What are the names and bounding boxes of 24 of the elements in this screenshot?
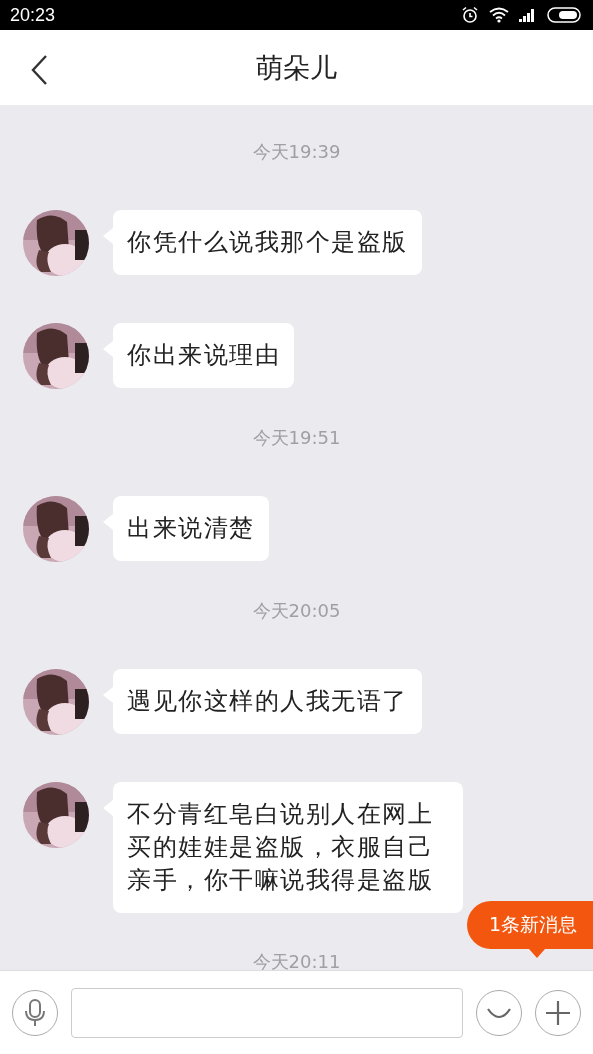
battery-icon: [547, 7, 583, 23]
message-bubble: 出来说清楚: [113, 496, 269, 561]
emoji-button[interactable]: [476, 989, 522, 1036]
voice-button[interactable]: [12, 989, 58, 1036]
clock: 20:23: [10, 4, 56, 26]
message-bubble: 你凭什么说我那个是盗版: [113, 210, 422, 275]
timestamp: 今天20:11: [252, 950, 341, 970]
microphone-icon: [24, 997, 46, 1028]
timestamp: 今天19:39: [252, 140, 341, 164]
message-bubble: 遇见你这样的人我无语了: [113, 669, 422, 734]
timestamp: 今天19:51: [252, 426, 341, 450]
new-message-badge[interactable]: 1条新消息: [466, 901, 593, 949]
message-input-field[interactable]: [71, 987, 463, 1038]
back-icon: [30, 54, 48, 86]
badge-tail: [528, 949, 545, 958]
message-bubble: 你出来说理由: [113, 323, 294, 388]
add-button[interactable]: [535, 989, 581, 1036]
plus-icon: [545, 999, 571, 1026]
signal-icon: [519, 8, 537, 22]
wifi-icon: [489, 7, 509, 23]
chat-title: 萌朵儿: [256, 50, 337, 85]
message-bubble: 不分青红皂白说别人在网上买的娃娃是盗版，衣服自己亲手，你干嘛说我得是盗版: [113, 782, 463, 913]
timestamp: 今天20:05: [252, 599, 341, 623]
alarm-icon: [461, 6, 479, 24]
